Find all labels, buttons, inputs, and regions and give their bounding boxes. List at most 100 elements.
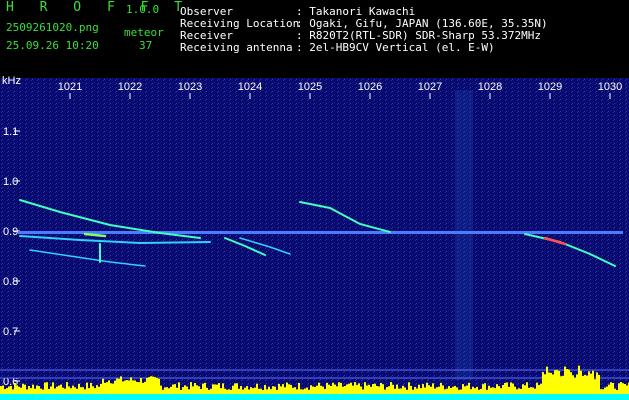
amplitude-bar (340, 382, 342, 394)
amplitude-bar (352, 385, 354, 394)
amplitude-bar (484, 383, 486, 394)
amplitude-bar (474, 388, 476, 394)
amplitude-bar (108, 380, 110, 394)
amplitude-bar (238, 388, 240, 394)
unit-label: kHz (2, 75, 21, 87)
amplitude-bar (190, 382, 192, 394)
amplitude-bar (582, 375, 584, 394)
amplitude-bar (56, 386, 58, 394)
amplitude-bar (224, 388, 226, 394)
amplitude-bar (556, 369, 558, 394)
amplitude-bar (72, 385, 74, 394)
amplitude-bar (308, 389, 310, 394)
amplitude-bar (212, 384, 214, 394)
amplitude-bar (220, 388, 222, 394)
amplitude-bar (520, 388, 522, 394)
amplitude-bar (452, 386, 454, 394)
amplitude-bar (8, 386, 10, 394)
amplitude-bar (16, 385, 18, 394)
amplitude-bar (462, 384, 464, 394)
amplitude-bar (92, 386, 94, 394)
amplitude-bar (36, 385, 38, 394)
amplitude-bar (404, 387, 406, 394)
amplitude-bar (594, 379, 596, 394)
amplitude-bar (288, 384, 290, 394)
amplitude-bar (152, 376, 154, 394)
amplitude-bar (174, 384, 176, 394)
amplitude-bar (86, 382, 88, 394)
amplitude-bar (168, 388, 170, 394)
amplitude-bar (436, 387, 438, 394)
amplitude-bar (124, 380, 126, 394)
amplitude-bar (616, 389, 618, 394)
amplitude-bar (610, 382, 612, 394)
amplitude-bar (362, 389, 364, 394)
amplitude-bar (500, 388, 502, 394)
amplitude-bar (12, 389, 14, 394)
amplitude-bar (402, 385, 404, 394)
amplitude-bar (100, 383, 102, 394)
amplitude-bar (302, 389, 304, 394)
amplitude-bar (34, 388, 36, 394)
amplitude-bar (348, 383, 350, 394)
amplitude-bar (140, 378, 142, 394)
amplitude-bar (232, 385, 234, 394)
amplitude-bar (186, 386, 188, 394)
amplitude-bar (280, 386, 282, 394)
amplitude-bar (88, 388, 90, 394)
amplitude-bar (356, 384, 358, 394)
amplitude-bar (256, 383, 258, 394)
amplitude-bar (248, 389, 250, 394)
amplitude-bar (18, 386, 20, 394)
amplitude-bar (184, 385, 186, 394)
amplitude-bar (366, 385, 368, 394)
amplitude-bar (354, 382, 356, 394)
amplitude-bar (208, 389, 210, 394)
freq-tick-label: 1.0 (3, 176, 18, 188)
amplitude-bar (376, 385, 378, 394)
amplitude-bar (370, 386, 372, 394)
amplitude-bar (198, 386, 200, 394)
amplitude-bar (430, 386, 432, 394)
amplitude-bar (596, 372, 598, 394)
amplitude-bar (326, 382, 328, 394)
amplitude-bar (602, 389, 604, 394)
amplitude-bar (304, 388, 306, 394)
amplitude-bar (410, 385, 412, 394)
amplitude-bar (236, 383, 238, 394)
amplitude-bar (102, 378, 104, 394)
amplitude-bar (464, 386, 466, 394)
amplitude-bar (478, 389, 480, 394)
amplitude-bar (118, 378, 120, 394)
amplitude-bar (272, 386, 274, 394)
amplitude-bar (74, 387, 76, 394)
amplitude-bar (106, 382, 108, 394)
amplitude-bar (490, 387, 492, 394)
amplitude-bar (538, 385, 540, 394)
time-tick-label: 1021 (58, 81, 82, 93)
amplitude-bar (250, 387, 252, 394)
amplitude-bar (374, 383, 376, 394)
amplitude-bar (244, 387, 246, 394)
amplitude-bar (446, 388, 448, 394)
amplitude-bar (466, 385, 468, 394)
amplitude-bar (312, 386, 314, 394)
amplitude-bar (68, 386, 70, 394)
amplitude-bar (170, 386, 172, 394)
amplitude-bar (62, 387, 64, 394)
amplitude-bar (590, 373, 592, 394)
amplitude-bar (104, 382, 106, 394)
amplitude-bar (200, 388, 202, 394)
amplitude-bar (182, 387, 184, 394)
time-tick-label: 1024 (238, 81, 262, 93)
amplitude-bar (150, 376, 152, 394)
amplitude-bar (58, 385, 60, 394)
amplitude-bar (496, 384, 498, 394)
amplitude-bar (70, 388, 72, 394)
amplitude-bar (574, 377, 576, 394)
amplitude-bar (588, 371, 590, 394)
amplitude-bar (114, 380, 116, 394)
amplitude-bar (154, 377, 156, 394)
amplitude-bar (396, 384, 398, 394)
amplitude-bar (134, 380, 136, 394)
